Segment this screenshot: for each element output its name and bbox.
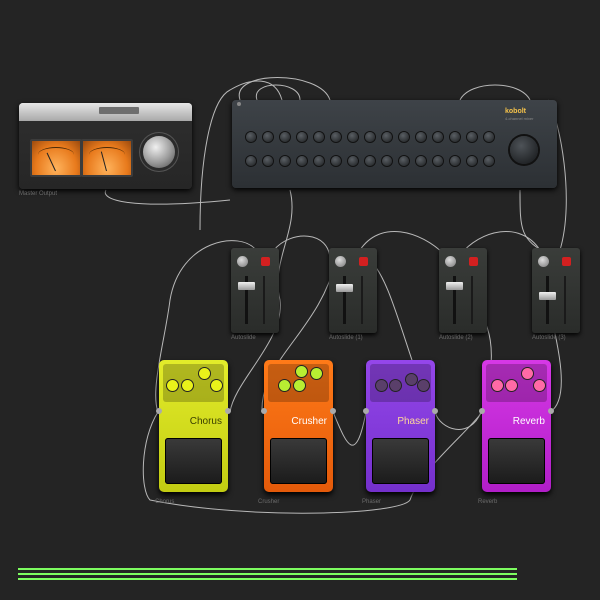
pedal-label: Crusher — [258, 499, 280, 505]
chorus-pedal[interactable]: Chorus — [156, 360, 231, 492]
mixer-channel-knob[interactable] — [280, 132, 290, 142]
pedal-label: Chorus — [155, 499, 175, 505]
mix-knob[interactable] — [534, 380, 545, 391]
pedal-label: Phaser — [362, 499, 382, 505]
footswitch[interactable] — [165, 438, 222, 484]
sensitivity-knob[interactable] — [445, 256, 456, 267]
pedal-label: Reverb — [478, 499, 498, 505]
brand-plate — [99, 107, 139, 114]
mixer-channel-knob[interactable] — [280, 156, 290, 166]
fader[interactable] — [336, 284, 353, 292]
mixer-channel-knob[interactable] — [263, 132, 273, 142]
mixer-channel-knob[interactable] — [348, 156, 358, 166]
autoslide-label: Autoslide (2) — [439, 335, 473, 341]
master-output-label: Master Output — [19, 191, 58, 197]
crush-knob[interactable] — [294, 380, 305, 391]
footswitch[interactable] — [372, 438, 429, 484]
mixer-channel-knob[interactable] — [314, 132, 324, 142]
depth-knob[interactable] — [182, 380, 193, 391]
record-button[interactable] — [469, 257, 478, 266]
footswitch[interactable] — [488, 438, 545, 484]
mixer-channel-knob[interactable] — [314, 156, 324, 166]
mixer-channel-knob[interactable] — [433, 156, 443, 166]
autoslide-device[interactable] — [532, 248, 580, 333]
mixer-channel-knob[interactable] — [331, 156, 341, 166]
mixer-channel-knob[interactable] — [297, 156, 307, 166]
autoslide-device[interactable] — [329, 248, 377, 333]
vu-meter-right — [81, 139, 133, 177]
mixer-channel-knob[interactable] — [365, 156, 375, 166]
drive-knob[interactable] — [279, 380, 290, 391]
vu-meter-left — [30, 139, 82, 177]
master-volume-knob[interactable] — [143, 136, 175, 168]
sensitivity-knob[interactable] — [237, 256, 248, 267]
mixer-channel-knob[interactable] — [399, 132, 409, 142]
signal-line — [18, 573, 517, 575]
reverb-pedal[interactable]: Reverb — [479, 360, 554, 492]
mix-knob[interactable] — [418, 380, 429, 391]
mixer-channel-knob[interactable] — [382, 156, 392, 166]
feedback-knob[interactable] — [406, 374, 417, 385]
sensitivity-knob[interactable] — [538, 256, 549, 267]
fader[interactable] — [446, 282, 463, 290]
mixer-channel-knob[interactable] — [382, 132, 392, 142]
mixer-channel-knob[interactable] — [467, 132, 477, 142]
phaser-pedal[interactable]: Phaser — [363, 360, 438, 492]
mixer-channel-knob[interactable] — [399, 156, 409, 166]
mixer-channel-knob[interactable] — [484, 156, 494, 166]
mixer-channel-knob[interactable] — [416, 132, 426, 142]
mixer-channel-knob[interactable] — [416, 156, 426, 166]
mixer-channel-knob[interactable] — [467, 156, 477, 166]
mixer-channel-knob[interactable] — [484, 132, 494, 142]
record-button[interactable] — [562, 257, 571, 266]
mixer-subtitle: 4-channel mixer — [505, 116, 534, 121]
pedal-title: Phaser — [397, 416, 429, 427]
autoslide-label: Autoslide (1) — [329, 335, 363, 341]
mixer-channel-knob[interactable] — [450, 156, 460, 166]
sensitivity-knob[interactable] — [335, 256, 346, 267]
mixer-channel-knob[interactable] — [433, 132, 443, 142]
mixer-channel-knob[interactable] — [297, 132, 307, 142]
delay-knob[interactable] — [199, 368, 210, 379]
autoslide-label: Autoslide (3) — [532, 335, 566, 341]
mix-knob[interactable] — [296, 366, 307, 377]
crusher-pedal[interactable]: Crusher — [261, 360, 336, 492]
mix-knob[interactable] — [211, 380, 222, 391]
signal-line — [18, 578, 517, 580]
footswitch[interactable] — [270, 438, 327, 484]
pedal-title: Crusher — [291, 416, 327, 427]
pedal-title: Reverb — [512, 416, 545, 427]
mixer-brand: kobolt — [505, 108, 526, 115]
mixer-channel-knob[interactable] — [450, 132, 460, 142]
tone-knob[interactable] — [522, 368, 533, 379]
decay-knob[interactable] — [506, 380, 517, 391]
master-faceplate — [19, 103, 192, 121]
autoslide-device[interactable] — [231, 248, 279, 333]
size-knob[interactable] — [492, 380, 503, 391]
patch-cables — [104, 77, 567, 514]
mixer-master-knob[interactable] — [510, 136, 538, 164]
autoslide-device[interactable] — [439, 248, 487, 333]
record-button[interactable] — [359, 257, 368, 266]
mixer-channel-knob[interactable] — [263, 156, 273, 166]
rate-knob[interactable] — [167, 380, 178, 391]
master-output-device[interactable] — [19, 103, 192, 189]
record-button[interactable] — [261, 257, 270, 266]
fader[interactable] — [539, 292, 556, 300]
mixer-channel-knob[interactable] — [246, 132, 256, 142]
mixer-device[interactable]: kobolt 4-channel mixer — [232, 100, 557, 188]
fader[interactable] — [238, 282, 255, 290]
mixer-channel-knob[interactable] — [331, 132, 341, 142]
mixer-channel-knob[interactable] — [348, 132, 358, 142]
mixer-channel-knob[interactable] — [246, 156, 256, 166]
rate-knob[interactable] — [376, 380, 387, 391]
autoslide-label: Autoslide — [231, 335, 256, 341]
pedal-title: Chorus — [189, 416, 222, 427]
tone-knob[interactable] — [311, 368, 322, 379]
signal-line — [18, 568, 517, 570]
mixer-channel-knob[interactable] — [365, 132, 375, 142]
depth-knob[interactable] — [390, 380, 401, 391]
